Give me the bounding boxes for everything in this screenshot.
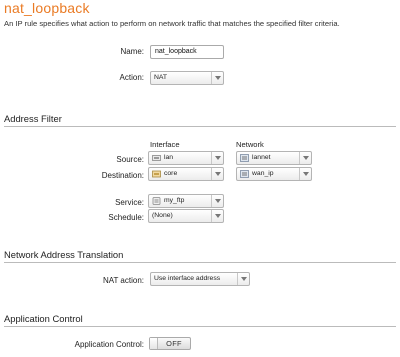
service-icon: [152, 197, 161, 205]
section-heading-address-filter: Address Filter: [4, 113, 396, 127]
interface-icon: [152, 155, 161, 161]
action-label: Action:: [119, 73, 144, 82]
network-object-icon: [240, 154, 249, 162]
interface-icon: [152, 170, 161, 178]
source-label: Source:: [116, 155, 144, 164]
name-label: Name:: [120, 47, 144, 56]
page-description: An IP rule specifies what action to perf…: [4, 19, 340, 28]
application-control-toggle-state: OFF: [166, 339, 182, 348]
page-title: nat_loopback: [4, 0, 90, 16]
service-label: Service:: [115, 198, 144, 207]
service-value: my_ftp: [164, 197, 185, 204]
chevron-down-icon: [237, 273, 249, 285]
destination-network-select[interactable]: wan_ip: [236, 167, 312, 181]
chevron-down-icon: [211, 72, 223, 84]
application-control-toggle[interactable]: OFF: [149, 337, 191, 350]
nat-action-label: NAT action:: [102, 276, 144, 285]
destination-interface-select[interactable]: core: [148, 167, 224, 181]
application-control-label: Application Control:: [74, 340, 144, 349]
chevron-down-icon: [211, 195, 223, 207]
schedule-select[interactable]: (None): [148, 209, 224, 223]
destination-label: Destination:: [101, 171, 144, 180]
destination-interface-value: core: [164, 170, 178, 177]
nat-action-value: Use interface address: [154, 275, 221, 282]
source-network-select[interactable]: lannet: [236, 151, 312, 165]
chevron-down-icon: [211, 210, 223, 222]
destination-network-value: wan_ip: [252, 170, 274, 177]
service-select[interactable]: my_ftp: [148, 194, 224, 208]
section-heading-nat: Network Address Translation: [4, 249, 396, 263]
schedule-value: (None): [152, 212, 173, 219]
action-select[interactable]: NAT: [150, 71, 224, 85]
network-object-icon: [240, 170, 249, 178]
chevron-down-icon: [211, 168, 223, 180]
chevron-down-icon: [299, 152, 311, 164]
nat-action-select[interactable]: Use interface address: [150, 272, 250, 286]
toggle-knob: [150, 338, 158, 349]
interface-column-header: Interface: [150, 140, 180, 149]
source-interface-value: lan: [164, 154, 174, 161]
source-interface-select[interactable]: lan: [148, 151, 224, 165]
chevron-down-icon: [299, 168, 311, 180]
name-field[interactable]: nat_loopback: [150, 45, 224, 59]
section-heading-application-control: Application Control: [4, 313, 396, 327]
network-column-header: Network: [236, 140, 264, 149]
schedule-label: Schedule:: [108, 213, 144, 222]
chevron-down-icon: [211, 152, 223, 164]
source-network-value: lannet: [252, 154, 271, 161]
action-select-value: NAT: [154, 74, 168, 81]
